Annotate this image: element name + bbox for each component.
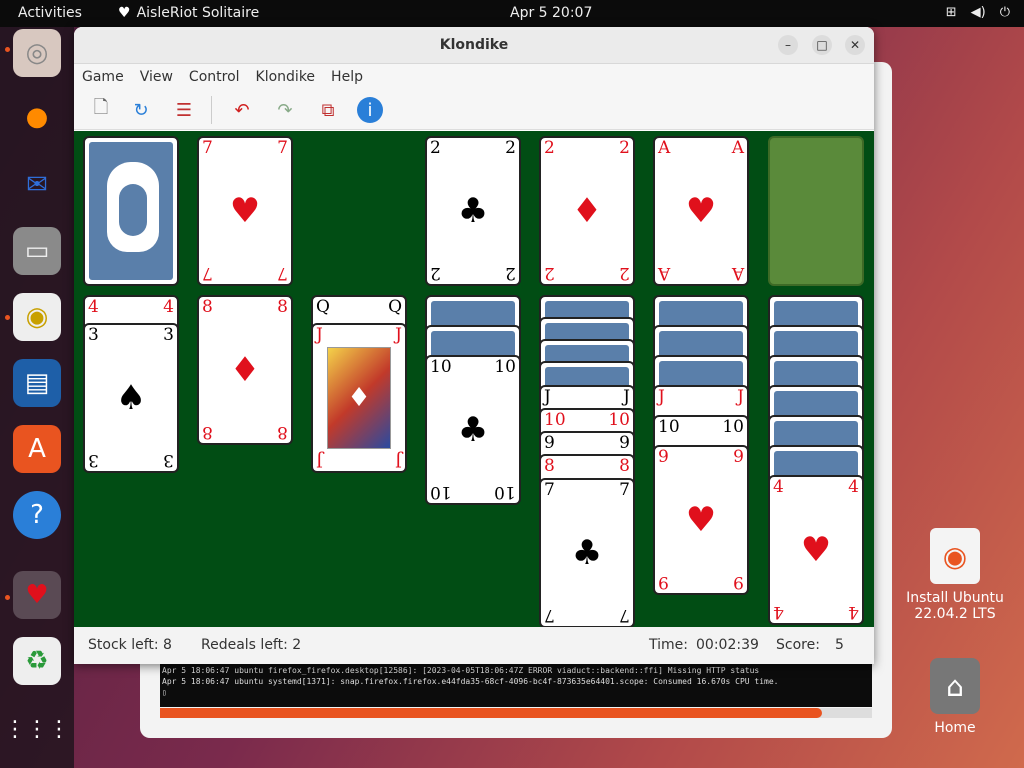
hint-icon[interactable]: i bbox=[357, 97, 383, 123]
system-tray[interactable]: ⊞ ◀) ⏻ bbox=[946, 5, 1010, 20]
dock: ◎ ● ✉ ▭ ◉ ▤ A ? ♥ ♻ ⋮⋮⋮ bbox=[0, 27, 74, 768]
home-desktop-icon[interactable]: ⌂ Home bbox=[900, 658, 1010, 736]
app-center-icon[interactable]: A bbox=[13, 425, 61, 473]
power-icon: ⏻ bbox=[999, 5, 1010, 20]
rhythmbox-icon[interactable]: ◉ bbox=[13, 293, 61, 341]
toolbar-separator bbox=[211, 96, 212, 124]
title-bar[interactable]: Klondike – □ ✕ bbox=[74, 27, 874, 64]
redo-icon[interactable]: ↷ bbox=[272, 97, 298, 123]
tableau-card[interactable]: 99 ♥ 99 bbox=[653, 445, 749, 595]
home-label: Home bbox=[934, 720, 976, 736]
terminal-output: Apr 5 18:06:47 ubuntu firefox_firefox.de… bbox=[160, 663, 872, 707]
install-ubuntu-desktop-icon[interactable]: ◉ Install Ubuntu 22.04.2 LTS bbox=[900, 528, 1010, 622]
close-button[interactable]: ✕ bbox=[845, 35, 865, 55]
menu-bar: Game View Control Klondike Help bbox=[74, 64, 874, 90]
foundation-clubs[interactable]: 22 ♣ 22 bbox=[425, 136, 521, 286]
show-apps-icon[interactable]: ⋮⋮⋮ bbox=[4, 705, 70, 753]
game-table: 77 ♥ 77 22 ♣ 22 22 ♦ 22 AA ♥ AA 44 33 ♠ … bbox=[74, 131, 874, 627]
heart-icon: ♥ bbox=[118, 5, 131, 21]
trash-icon[interactable]: ♻ bbox=[13, 637, 61, 685]
terminal-line: Apr 5 18:06:47 ubuntu systemd[1371]: sna… bbox=[162, 677, 779, 686]
help-icon[interactable]: ? bbox=[13, 491, 61, 539]
running-indicator bbox=[5, 315, 10, 320]
select-game-icon[interactable]: ☰ bbox=[171, 97, 197, 123]
install-progress-fill bbox=[160, 708, 823, 718]
waste-card[interactable]: 77 ♥ 77 bbox=[197, 136, 293, 286]
tableau-card[interactable]: 10 10 ♣ 10 10 bbox=[425, 355, 521, 505]
stock-pile[interactable] bbox=[83, 136, 179, 286]
firefox-icon[interactable]: ● bbox=[13, 93, 61, 141]
menu-help[interactable]: Help bbox=[331, 64, 372, 90]
activities-button[interactable]: Activities bbox=[18, 5, 82, 21]
app-menu[interactable]: ♥ AisleRiot Solitaire bbox=[118, 5, 259, 21]
redeals-left: Redeals left: 2 bbox=[201, 637, 302, 653]
klondike-window: Klondike – □ ✕ Game View Control Klondik… bbox=[74, 27, 874, 664]
status-bar: Stock left: 8 Redeals left: 2 Time: 00:0… bbox=[74, 627, 874, 664]
clock[interactable]: Apr 5 20:07 bbox=[510, 5, 592, 21]
tableau-card[interactable]: 77 ♣ 77 bbox=[539, 478, 635, 627]
files-icon[interactable]: ▭ bbox=[13, 227, 61, 275]
time-value: 00:02:39 bbox=[696, 637, 759, 653]
tableau-card[interactable]: JJ ♦ JJ bbox=[311, 323, 407, 473]
stock-left: Stock left: 8 bbox=[88, 637, 172, 653]
time-label: Time: bbox=[649, 637, 688, 653]
menu-klondike[interactable]: Klondike bbox=[256, 64, 325, 90]
tableau-card[interactable]: 33 ♠ 33 bbox=[83, 323, 179, 473]
thunderbird-icon[interactable]: ✉ bbox=[13, 161, 61, 209]
network-icon: ⊞ bbox=[945, 5, 957, 20]
volume-icon: ◀) bbox=[970, 5, 986, 20]
maximize-button[interactable]: □ bbox=[812, 35, 832, 55]
tableau-card[interactable]: 44 ♥ 44 bbox=[768, 475, 864, 625]
minimize-button[interactable]: – bbox=[778, 35, 798, 55]
terminal-cursor: ▯ bbox=[162, 688, 167, 697]
menu-view[interactable]: View bbox=[140, 64, 182, 90]
toolbar: 🗋 ↻ ☰ ↶ ↷ ⧉ i bbox=[74, 90, 874, 130]
top-bar: Activities ♥ AisleRiot Solitaire Apr 5 20… bbox=[0, 0, 1024, 27]
installer-dock-icon[interactable]: ◎ bbox=[13, 29, 61, 77]
libreoffice-writer-icon[interactable]: ▤ bbox=[13, 359, 61, 407]
aisleriot-icon[interactable]: ♥ bbox=[13, 571, 61, 619]
running-indicator bbox=[5, 595, 10, 600]
menu-control[interactable]: Control bbox=[189, 64, 249, 90]
home-folder-icon: ⌂ bbox=[930, 658, 980, 714]
app-name-label: AisleRiot Solitaire bbox=[136, 5, 260, 21]
ubuntu-installer-icon: ◉ bbox=[930, 528, 980, 584]
deal-icon[interactable]: ⧉ bbox=[315, 97, 341, 123]
undo-icon[interactable]: ↶ bbox=[229, 97, 255, 123]
foundation-empty-slot[interactable] bbox=[768, 136, 864, 286]
foundation-hearts[interactable]: AA ♥ AA bbox=[653, 136, 749, 286]
foundation-diamonds[interactable]: 22 ♦ 22 bbox=[539, 136, 635, 286]
tableau-card[interactable]: 88 ♦ 88 bbox=[197, 295, 293, 445]
restart-icon[interactable]: ↻ bbox=[128, 97, 154, 123]
new-game-icon[interactable]: 🗋 bbox=[88, 97, 114, 123]
score-label: Score: bbox=[776, 637, 820, 653]
install-progress-bar bbox=[160, 708, 872, 718]
menu-game[interactable]: Game bbox=[82, 64, 133, 90]
install-ubuntu-label: Install Ubuntu 22.04.2 LTS bbox=[906, 590, 1004, 622]
score-value: 5 bbox=[835, 637, 844, 653]
terminal-line: Apr 5 18:06:47 ubuntu firefox_firefox.de… bbox=[162, 666, 760, 675]
running-indicator bbox=[5, 47, 10, 52]
window-title: Klondike bbox=[439, 37, 509, 53]
